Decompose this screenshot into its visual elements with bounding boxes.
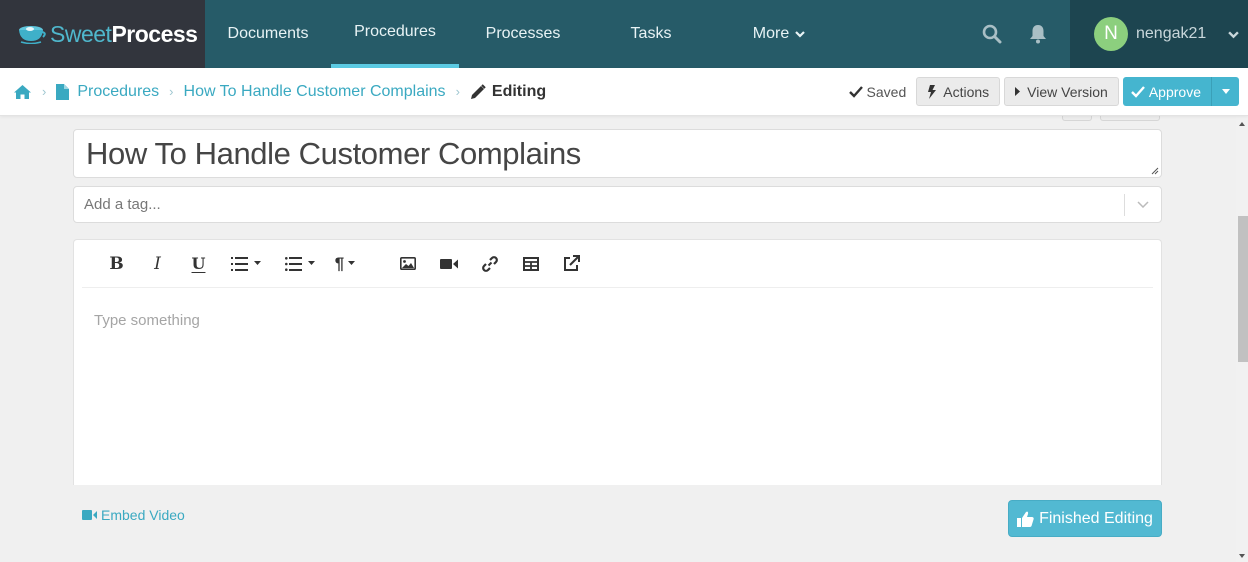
insert-table-button[interactable] <box>510 249 551 279</box>
video-camera-icon <box>439 258 458 269</box>
document-icon <box>56 83 70 100</box>
video-camera-icon <box>82 510 97 520</box>
insert-link-button[interactable] <box>469 249 510 279</box>
cup-logo-icon <box>19 26 46 44</box>
thumbs-up-icon <box>1017 511 1034 527</box>
nav-documents-label: Documents <box>227 25 309 42</box>
procedure-title-value: How To Handle Customer Complains <box>86 135 581 171</box>
tag-input[interactable]: Add a tag... <box>73 186 1162 223</box>
approve-button-group: Approve <box>1122 77 1239 106</box>
paragraph-format-button[interactable]: ¶ <box>327 249 363 279</box>
check-icon <box>1130 85 1145 98</box>
nav-processes-label: Processes <box>485 25 561 42</box>
rich-text-editor: B I U ¶ Type something <box>73 239 1162 485</box>
brand-name-process: Process <box>111 20 198 47</box>
nav-tasks-label: Tasks <box>630 25 672 42</box>
underline-icon: U <box>191 254 206 273</box>
brand-logo[interactable]: Sweet Process <box>0 0 205 68</box>
main-nav: Documents Procedures Processes Tasks Mor… <box>205 0 843 68</box>
scroll-down-arrow-icon[interactable] <box>1238 552 1246 560</box>
approve-dropdown-toggle[interactable] <box>1211 77 1239 106</box>
tag-input-placeholder: Add a tag... <box>84 196 161 213</box>
breadcrumb-separator: › <box>455 84 460 99</box>
scroll-up-arrow-icon[interactable] <box>1238 120 1246 128</box>
search-button[interactable] <box>969 0 1015 68</box>
home-icon[interactable] <box>13 84 32 100</box>
chevron-down-icon <box>1228 30 1240 38</box>
paragraph-icon: ¶ <box>334 253 345 273</box>
bell-icon <box>1030 25 1046 44</box>
actions-label: Actions <box>943 83 990 100</box>
breadcrumb-separator: › <box>42 84 47 99</box>
link-icon <box>481 255 498 272</box>
breadcrumb-procedure-link[interactable]: How To Handle Customer Complains <box>184 83 446 101</box>
nav-procedures-label: Procedures <box>354 23 436 40</box>
view-version-label: View Version <box>1027 83 1108 100</box>
resize-handle-icon[interactable] <box>1151 167 1159 175</box>
caret-down-icon <box>348 261 356 265</box>
editor-placeholder: Type something <box>94 312 200 329</box>
embed-video-label: Embed Video <box>101 507 185 523</box>
nav-documents[interactable]: Documents <box>205 0 331 68</box>
unordered-list-icon <box>285 256 302 271</box>
scrollbar-thumb[interactable] <box>1238 216 1248 362</box>
image-icon <box>399 257 416 270</box>
saved-label: Saved <box>866 83 907 100</box>
bolt-icon <box>928 84 937 99</box>
italic-icon: I <box>154 253 161 274</box>
caret-down-icon <box>1221 89 1230 94</box>
brand-name-sweet: Sweet <box>50 20 112 47</box>
breadcrumb-separator: › <box>169 84 174 99</box>
bold-icon: B <box>109 253 124 274</box>
editor-body[interactable]: Type something <box>74 288 1161 329</box>
insert-video-button[interactable] <box>428 249 469 279</box>
search-icon <box>982 24 1002 44</box>
unordered-list-button[interactable] <box>273 249 327 279</box>
open-external-button[interactable] <box>551 249 592 279</box>
user-menu[interactable]: N nengak21 <box>1070 0 1248 68</box>
breadcrumb-current: Editing <box>491 82 547 100</box>
approve-button[interactable]: Approve <box>1122 77 1211 106</box>
finished-editing-button[interactable]: Finished Editing <box>1008 500 1162 537</box>
bold-button[interactable]: B <box>96 249 137 279</box>
underline-button[interactable]: U <box>178 249 219 279</box>
nav-procedures[interactable]: Procedures <box>331 0 459 68</box>
notifications-button[interactable] <box>1015 0 1061 68</box>
top-navigation-bar: Sweet Process Documents Procedures Proces… <box>0 0 1248 68</box>
procedure-title-input[interactable]: How To Handle Customer Complains <box>73 129 1162 178</box>
pencil-icon <box>470 83 486 99</box>
external-link-icon <box>564 255 580 271</box>
nav-more-dropdown[interactable]: More <box>715 0 843 68</box>
view-version-button[interactable]: View Version <box>1004 77 1119 106</box>
chevron-down-icon <box>795 31 805 38</box>
breadcrumb: › Procedures › How To Handle Customer Co… <box>0 68 1248 116</box>
check-icon <box>848 85 863 98</box>
caret-down-icon <box>308 261 315 265</box>
finished-editing-label: Finished Editing <box>1039 509 1153 527</box>
avatar: N <box>1094 17 1128 51</box>
nav-tasks[interactable]: Tasks <box>587 0 715 68</box>
insert-image-button[interactable] <box>387 249 428 279</box>
page-actions: Saved Actions View Version Approve <box>848 77 1248 106</box>
editor-toolbar: B I U ¶ <box>82 240 1153 288</box>
caret-right-icon <box>1015 87 1021 96</box>
ordered-list-button[interactable] <box>219 249 273 279</box>
nav-processes[interactable]: Processes <box>459 0 587 68</box>
embed-video-link[interactable]: Embed Video <box>82 507 185 523</box>
nav-more-label: More <box>752 25 790 42</box>
table-icon <box>522 256 539 271</box>
approve-label: Approve <box>1148 83 1201 100</box>
italic-button[interactable]: I <box>137 249 178 279</box>
username: nengak21 <box>1136 25 1207 42</box>
actions-button[interactable]: Actions <box>916 77 1001 106</box>
breadcrumb-procedures-link[interactable]: Procedures <box>77 83 159 101</box>
tag-dropdown-toggle[interactable] <box>1125 201 1161 208</box>
caret-down-icon <box>254 261 261 265</box>
saved-status: Saved <box>848 83 907 100</box>
ordered-list-icon <box>231 256 248 271</box>
page-scrollbar[interactable] <box>1236 116 1248 562</box>
nav-right-group: N nengak21 <box>969 0 1248 68</box>
chevron-down-icon <box>1137 201 1149 208</box>
